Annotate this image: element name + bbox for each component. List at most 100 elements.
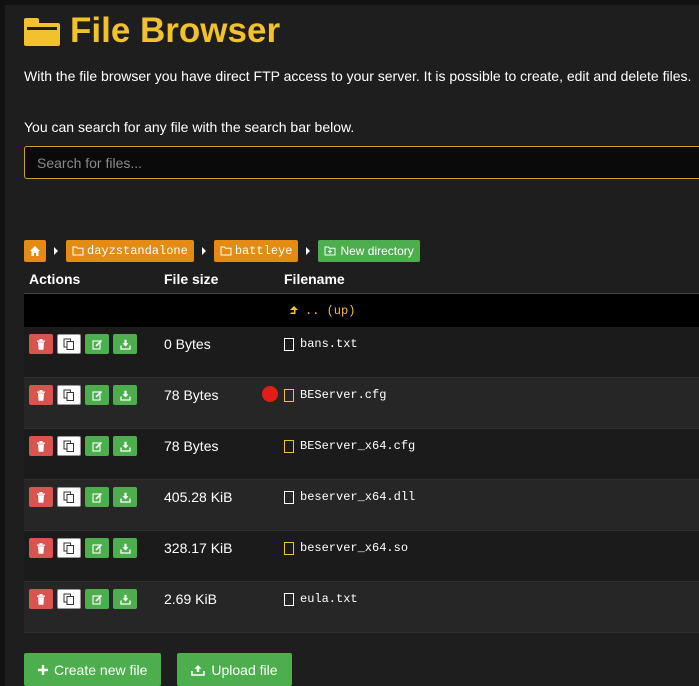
edit-button[interactable]: [85, 538, 109, 558]
breadcrumb: dayzstandalone battleye New directory: [24, 240, 420, 262]
copy-button[interactable]: [57, 589, 81, 609]
parent-directory-row[interactable]: .. (up): [24, 294, 699, 327]
breadcrumb-separator-icon: [54, 247, 58, 255]
breadcrumb-item-label: dayzstandalone: [87, 244, 188, 258]
page-title-text: File Browser: [70, 11, 281, 50]
download-icon: [119, 339, 131, 350]
download-icon: [119, 390, 131, 401]
parent-directory-link[interactable]: .. (up): [289, 304, 355, 318]
breadcrumb-home[interactable]: [24, 240, 46, 262]
new-directory-button[interactable]: New directory: [318, 240, 420, 262]
edit-icon: [91, 339, 102, 350]
delete-button[interactable]: [29, 538, 53, 558]
delete-button[interactable]: [29, 385, 53, 405]
edit-icon: [91, 492, 102, 503]
footer-actions: Create new file Upload file: [24, 653, 292, 686]
copy-button[interactable]: [57, 334, 81, 354]
file-name: BEServer_x64.cfg: [300, 439, 416, 453]
breadcrumb-item-battleye[interactable]: battleye: [213, 240, 299, 262]
file-name: bans.txt: [300, 337, 358, 351]
description-text: With the file browser you have direct FT…: [24, 68, 692, 84]
file-table: Actions File size Filename .. (up) 0 Byt…: [24, 264, 699, 633]
copy-icon: [63, 338, 74, 350]
file-name-link[interactable]: eula.txt: [284, 589, 358, 606]
row-actions: [24, 385, 164, 405]
copy-button[interactable]: [57, 436, 81, 456]
folder-icon: [220, 246, 232, 256]
file-icon: [284, 490, 294, 504]
file-size: 0 Bytes: [164, 336, 211, 352]
copy-button[interactable]: [57, 487, 81, 507]
level-up-icon: [290, 305, 298, 314]
download-button[interactable]: [113, 385, 137, 405]
trash-icon: [37, 542, 45, 554]
home-icon: [30, 246, 40, 256]
file-name: eula.txt: [300, 592, 358, 606]
new-directory-label: New directory: [340, 244, 414, 258]
edit-button[interactable]: [85, 436, 109, 456]
copy-icon: [63, 593, 74, 605]
search-hint-text: You can search for any file with the sea…: [24, 119, 355, 135]
download-button[interactable]: [113, 589, 137, 609]
file-name-link[interactable]: BEServer.cfg: [284, 385, 386, 402]
file-size: 78 Bytes: [164, 438, 219, 454]
file-name-link[interactable]: bans.txt: [284, 334, 358, 351]
copy-button[interactable]: [57, 385, 81, 405]
trash-icon: [37, 338, 45, 350]
edit-button[interactable]: [85, 487, 109, 507]
download-icon: [119, 492, 131, 503]
edit-button[interactable]: [85, 334, 109, 354]
download-button[interactable]: [113, 538, 137, 558]
delete-button[interactable]: [29, 334, 53, 354]
table-row: 2.69 KiB eula.txt: [24, 582, 699, 633]
edit-button[interactable]: [85, 589, 109, 609]
row-actions: [24, 436, 164, 456]
page-title: File Browser: [24, 10, 280, 52]
edit-button[interactable]: [85, 385, 109, 405]
breadcrumb-item-label: battleye: [234, 244, 293, 258]
edit-icon: [91, 543, 102, 554]
file-name: BEServer.cfg: [300, 388, 387, 402]
upload-file-label: Upload file: [211, 661, 278, 678]
delete-button[interactable]: [29, 589, 53, 609]
download-icon: [119, 543, 131, 554]
file-name: beserver_x64.so: [300, 541, 409, 555]
search-input[interactable]: [24, 146, 699, 179]
file-text-icon: [284, 592, 294, 606]
download-button[interactable]: [113, 334, 137, 354]
upload-icon: [191, 664, 206, 676]
edit-icon: [91, 441, 102, 452]
copy-icon: [63, 491, 74, 503]
row-actions: [24, 487, 164, 507]
top-border: [0, 0, 699, 5]
delete-button[interactable]: [29, 487, 53, 507]
table-row: 328.17 KiB beserver_x64.so: [24, 531, 699, 582]
trash-icon: [37, 440, 45, 452]
table-row: 78 Bytes BEServer_x64.cfg: [24, 429, 699, 480]
create-new-file-button[interactable]: Create new file: [24, 653, 162, 686]
file-config-icon: [284, 541, 294, 555]
table-row: 78 Bytes BEServer.cfg: [24, 378, 699, 429]
file-name-link[interactable]: beserver_x64.dll: [284, 487, 415, 504]
copy-button[interactable]: [57, 538, 81, 558]
file-name-link[interactable]: BEServer_x64.cfg: [284, 436, 415, 453]
edit-icon: [91, 390, 102, 401]
file-config-icon: [284, 439, 294, 453]
file-name-link[interactable]: beserver_x64.so: [284, 538, 408, 555]
download-button[interactable]: [113, 436, 137, 456]
red-dot-indicator: [262, 386, 278, 402]
folder-icon: [72, 246, 84, 256]
trash-icon: [37, 491, 45, 503]
file-size: 405.28 KiB: [164, 489, 233, 505]
table-header: Actions File size Filename: [24, 264, 699, 294]
download-button[interactable]: [113, 487, 137, 507]
trash-icon: [37, 593, 45, 605]
copy-icon: [63, 440, 74, 452]
copy-icon: [63, 542, 74, 554]
file-config-icon: [284, 388, 294, 402]
upload-file-button[interactable]: Upload file: [177, 653, 292, 686]
file-size: 328.17 KiB: [164, 540, 233, 556]
breadcrumb-item-dayzstandalone[interactable]: dayzstandalone: [66, 240, 194, 262]
header-filename: Filename: [284, 270, 345, 287]
delete-button[interactable]: [29, 436, 53, 456]
